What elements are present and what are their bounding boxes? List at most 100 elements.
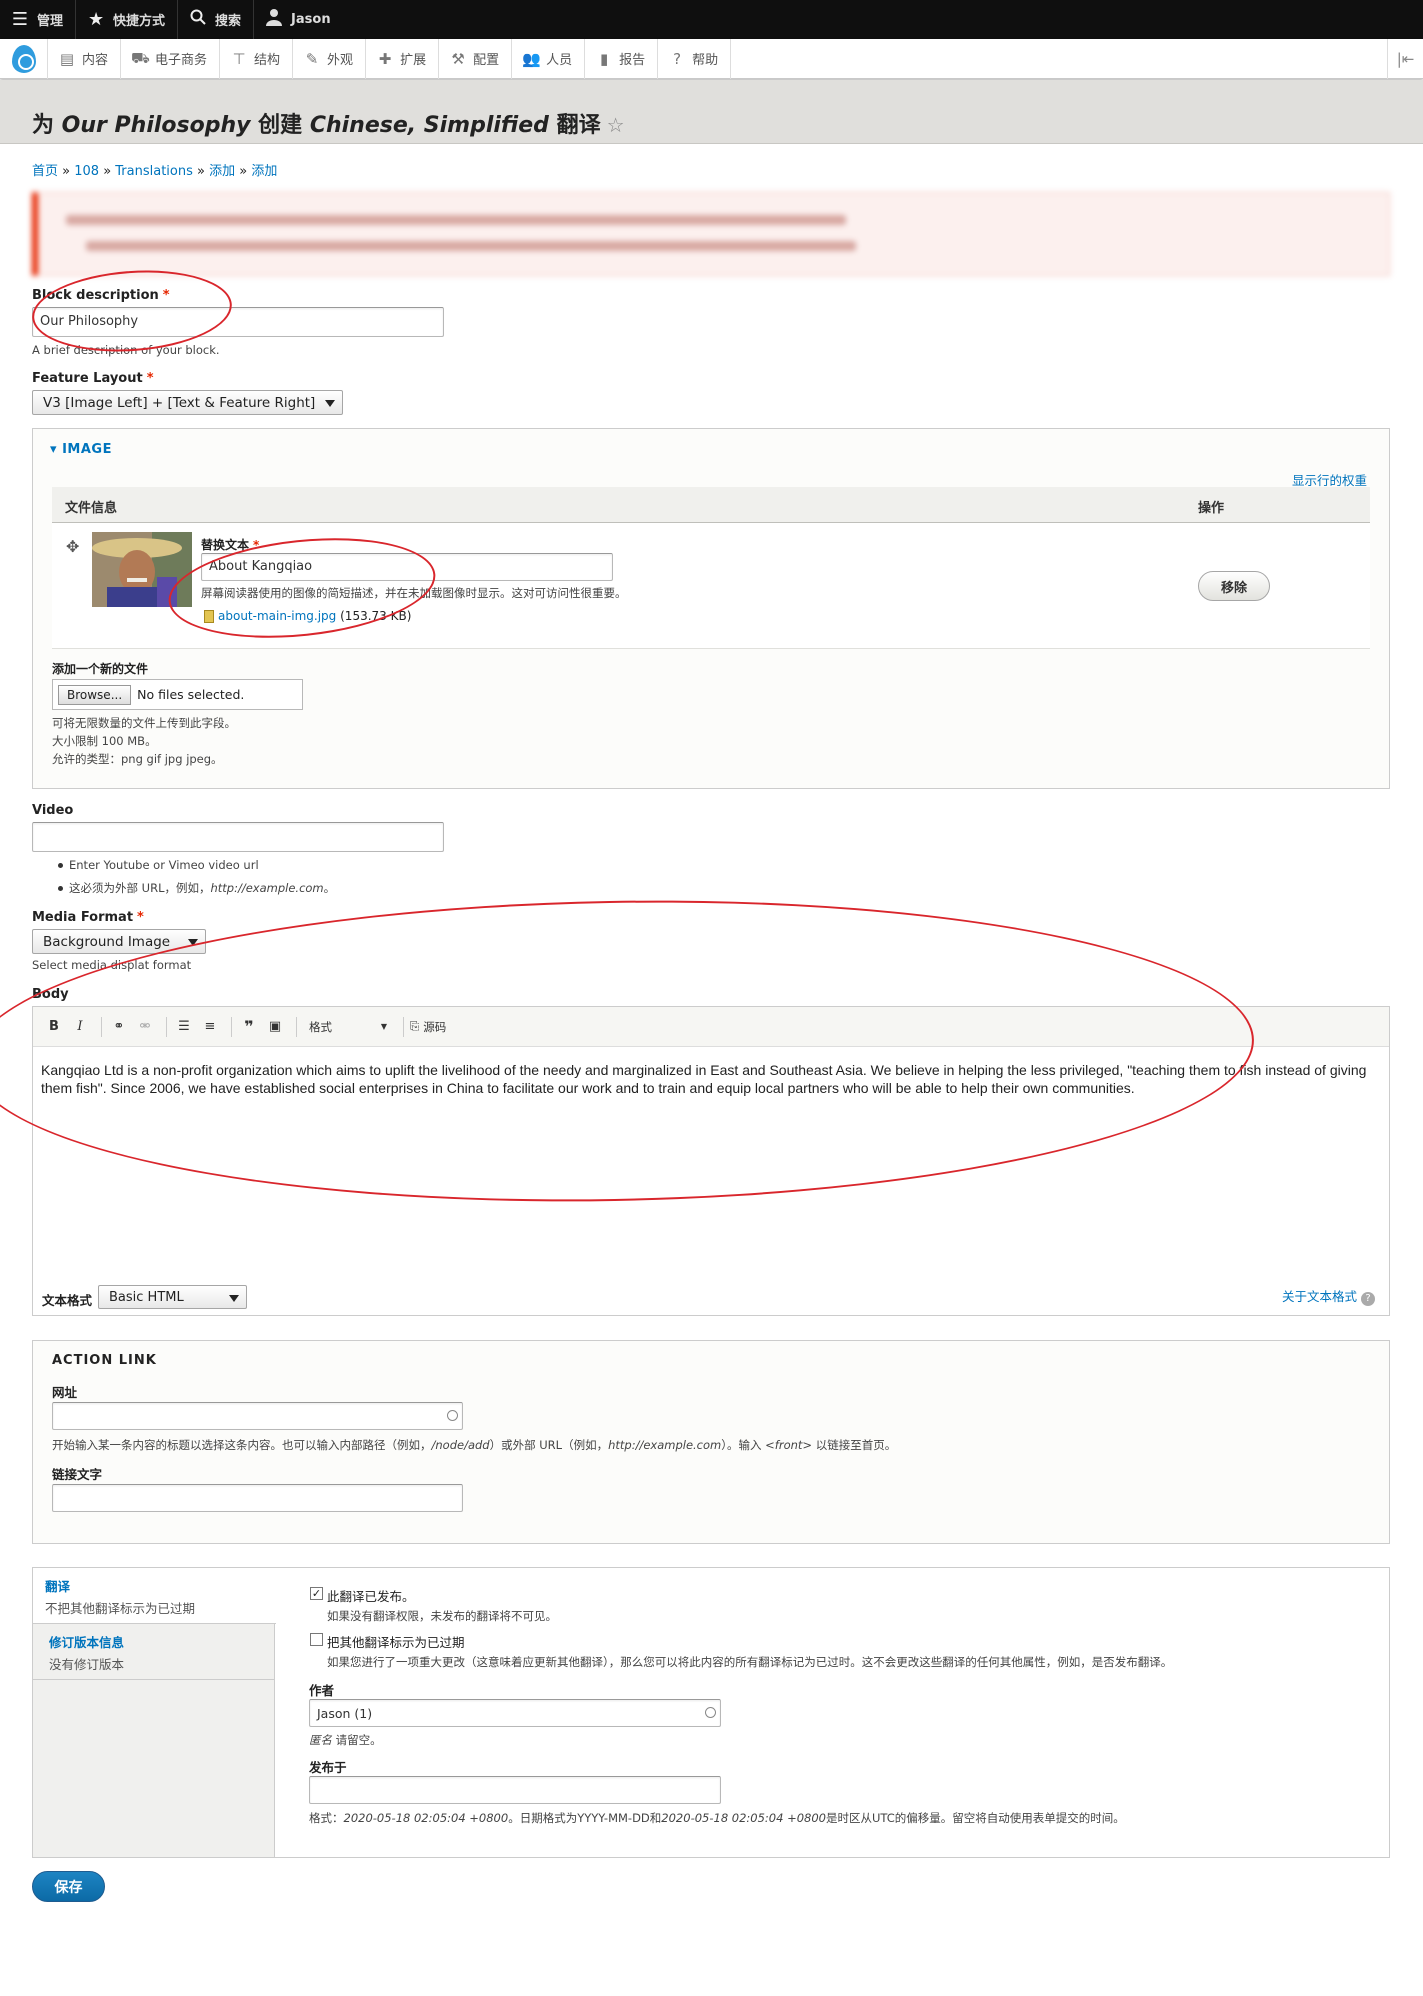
bold-icon[interactable]: B bbox=[43, 1015, 65, 1039]
text-format-select[interactable]: Basic HTML bbox=[98, 1285, 247, 1309]
format-dropdown[interactable]: 格式 ▼ bbox=[303, 1015, 393, 1039]
page-title: 为 Our Philosophy 创建 Chinese, Simplified … bbox=[32, 107, 625, 139]
numbered-list-icon[interactable]: ≡ bbox=[199, 1015, 221, 1039]
page-header: 为 Our Philosophy 创建 Chinese, Simplified … bbox=[0, 80, 1423, 144]
author-help-anonymous: 匿名 bbox=[309, 1733, 332, 1747]
feature-layout-select[interactable]: V3 [Image Left] + [Text & Feature Right] bbox=[32, 390, 343, 415]
commerce-icon: ⛟ bbox=[131, 48, 150, 67]
format-dropdown-label: 格式 bbox=[309, 1019, 332, 1034]
title-node: Our Philosophy bbox=[61, 113, 251, 138]
link-text-label: 链接文字 bbox=[52, 1467, 103, 1482]
toolbar-separator bbox=[296, 1016, 297, 1037]
tray-collapse-icon[interactable]: |⇤ bbox=[1387, 39, 1423, 79]
toolbar-search-label: 搜索 bbox=[215, 14, 242, 29]
vertical-tab-revision[interactable]: 修订版本信息 没有修订版本 bbox=[33, 1624, 275, 1680]
source-button[interactable]: ⎘ 源码 bbox=[410, 1015, 446, 1039]
tray-item-extend[interactable]: ✚ 扩展 bbox=[366, 38, 440, 79]
tray-item-label: 外观 bbox=[327, 53, 354, 68]
tray-item-label: 人员 bbox=[546, 53, 573, 68]
tray-item-reports[interactable]: ▮ 报告 bbox=[585, 38, 659, 79]
breadcrumb-add-2[interactable]: 添加 bbox=[251, 164, 277, 179]
vertical-tabs-menu: 翻译 不把其他翻译标示为已过期 修订版本信息 没有修订版本 bbox=[33, 1568, 276, 1857]
media-format-select[interactable]: Background Image bbox=[32, 929, 206, 954]
title-mid: 创建 bbox=[250, 113, 310, 138]
outdated-checkbox[interactable] bbox=[310, 1633, 323, 1646]
alt-text-help: 屏幕阅读器使用的图像的简短描述，并在未加载图像时显示。这对可访问性很重要。 bbox=[201, 586, 627, 600]
breadcrumb-translations[interactable]: Translations bbox=[115, 164, 193, 179]
breadcrumb: 首页 » 108 » Translations » 添加 » 添加 bbox=[32, 164, 278, 179]
file-size: (153.73 KB) bbox=[340, 609, 412, 623]
toolbar-user-tab[interactable]: Jason bbox=[254, 0, 343, 39]
breadcrumb-add[interactable]: 添加 bbox=[209, 164, 235, 179]
author-label: 作者 bbox=[309, 1683, 335, 1698]
save-button[interactable]: 保存 bbox=[32, 1871, 105, 1902]
upload-help-line: 允许的类型：png gif jpg jpeg。 bbox=[52, 752, 223, 766]
tray-item-config[interactable]: ⚒ 配置 bbox=[439, 38, 513, 79]
drupal-drop-icon bbox=[11, 44, 36, 73]
extend-icon: ✚ bbox=[378, 49, 392, 68]
image-thumbnail bbox=[92, 532, 192, 607]
alt-text-input[interactable]: About Kangqiao bbox=[201, 553, 613, 581]
image-fieldset-toggle[interactable]: ▾ IMAGE bbox=[50, 442, 112, 457]
shortcut-star-icon[interactable]: ☆ bbox=[607, 113, 625, 137]
drupal-logo[interactable] bbox=[0, 38, 48, 79]
link-text-input[interactable] bbox=[52, 1484, 463, 1512]
video-help-text: 。 bbox=[323, 881, 336, 895]
about-text-formats-link[interactable]: 关于文本格式 bbox=[1282, 1289, 1357, 1304]
bulleted-list-icon[interactable]: ☰ bbox=[173, 1015, 195, 1039]
blurred-line bbox=[86, 241, 856, 251]
drag-handle-icon[interactable]: ✥ bbox=[66, 537, 79, 556]
content-icon: ▤ bbox=[59, 49, 75, 68]
user-icon bbox=[264, 8, 284, 31]
tray-item-appearance[interactable]: ✎ 外观 bbox=[293, 38, 367, 79]
video-input[interactable] bbox=[32, 822, 444, 852]
toolbar-manage-tab[interactable]: ☰ 管理 bbox=[0, 0, 77, 39]
italic-icon[interactable]: I bbox=[69, 1015, 91, 1039]
tray-item-label: 配置 bbox=[473, 53, 500, 68]
toolbar-shortcuts-tab[interactable]: ★ 快捷方式 bbox=[76, 0, 179, 39]
link-icon[interactable]: ⚭ bbox=[108, 1015, 130, 1039]
video-label: Video bbox=[32, 803, 74, 818]
image-icon[interactable]: ▣ bbox=[264, 1015, 286, 1039]
search-icon bbox=[188, 9, 208, 30]
file-image-icon bbox=[204, 610, 214, 623]
remove-button[interactable]: 移除 bbox=[1198, 571, 1270, 601]
author-input[interactable]: Jason (1) bbox=[309, 1699, 721, 1727]
breadcrumb-node[interactable]: 108 bbox=[74, 164, 99, 179]
title-language: Chinese, Simplified bbox=[309, 113, 549, 138]
toolbar-search-tab[interactable]: 搜索 bbox=[178, 0, 255, 39]
admin-tray: ▤ 内容 ⛟ 电子商务 ⊤ 结构 ✎ 外观 ✚ 扩展 ⚒ 配置 👥 人员 ▮ 报告 ? 帮助 |⇤ bbox=[0, 38, 1423, 79]
browse-button[interactable]: Browse... bbox=[58, 684, 132, 705]
date-help-example: 2020-05-18 02:05:04 +0800 bbox=[343, 1811, 509, 1825]
title-suffix: 翻译 bbox=[548, 113, 601, 138]
unlink-icon[interactable]: ⚮ bbox=[134, 1015, 156, 1039]
structure-icon: ⊤ bbox=[232, 49, 246, 68]
tray-item-commerce[interactable]: ⛟ 电子商务 bbox=[121, 38, 221, 79]
reports-icon: ▮ bbox=[599, 49, 609, 68]
vertical-tab-translation[interactable]: 翻译 不把其他翻译标示为已过期 bbox=[33, 1568, 276, 1624]
help-icon[interactable]: ? bbox=[1361, 1292, 1375, 1306]
video-help-item: 这必须为外部 URL，例如，http://example.com。 bbox=[58, 880, 335, 896]
tray-item-help[interactable]: ? 帮助 bbox=[658, 38, 732, 79]
vertical-tab-title: 翻译 bbox=[45, 1579, 71, 1594]
file-upload-control[interactable]: Browse... No files selected. bbox=[52, 679, 303, 710]
tray-item-content[interactable]: ▤ 内容 bbox=[48, 38, 122, 79]
alt-text-label-text: 替换文本 bbox=[201, 538, 250, 552]
published-checkbox[interactable]: ✓ bbox=[310, 1587, 323, 1600]
appearance-icon: ✎ bbox=[305, 49, 319, 68]
authored-on-input[interactable] bbox=[309, 1776, 721, 1804]
autocomplete-icon bbox=[447, 1410, 458, 1421]
tray-item-structure[interactable]: ⊤ 结构 bbox=[220, 38, 294, 79]
breadcrumb-home[interactable]: 首页 bbox=[32, 164, 58, 179]
url-input[interactable] bbox=[52, 1402, 463, 1430]
file-link[interactable]: about-main-img.jpg bbox=[218, 609, 336, 623]
url-label: 网址 bbox=[52, 1385, 78, 1400]
image-table: 文件信息 操作 ✥ 替换文本 * About Kangqiao 屏幕阅读器使用的图… bbox=[52, 487, 1370, 649]
blockquote-icon[interactable]: ❞ bbox=[238, 1015, 260, 1039]
tray-item-people[interactable]: 👥 人员 bbox=[512, 38, 586, 79]
block-description-input[interactable]: Our Philosophy bbox=[32, 307, 444, 337]
body-content[interactable]: Kangqiao Ltd is a non-profit organizatio… bbox=[33, 1047, 1389, 1111]
vertical-tab-title: 修订版本信息 bbox=[49, 1635, 125, 1650]
outdated-label: 把其他翻译标示为已过期 bbox=[327, 1635, 465, 1650]
title-prefix: 为 bbox=[32, 113, 62, 138]
